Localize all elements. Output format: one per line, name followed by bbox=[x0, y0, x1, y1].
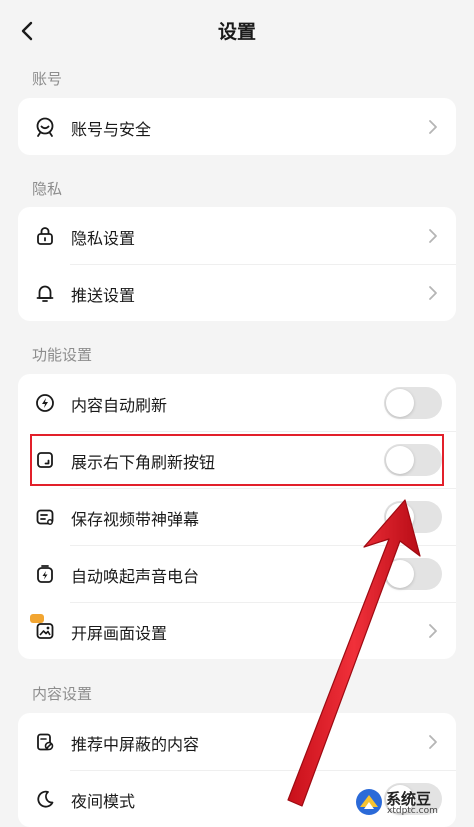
row-label: 推荐中屏蔽的内容 bbox=[71, 735, 200, 754]
settings-row-push[interactable]: 推送设置 bbox=[18, 264, 456, 321]
row-label: 保存视频带神弹幕 bbox=[71, 510, 200, 529]
chevron-right-icon bbox=[429, 120, 437, 134]
refresh-button-toggle[interactable] bbox=[384, 444, 442, 476]
toggle-knob bbox=[386, 446, 414, 474]
lock-icon bbox=[34, 225, 56, 247]
row-label: 推送设置 bbox=[71, 286, 136, 305]
corner-icon bbox=[34, 449, 56, 471]
chevron-right-icon bbox=[429, 624, 437, 638]
row-label: 自动唤起声音电台 bbox=[71, 567, 200, 586]
function-card: 内容自动刷新 展示右下角刷新按钮 保存视频带神弹幕 自动唤起声音电台 开屏画面设… bbox=[18, 374, 456, 659]
danmaku-icon bbox=[34, 506, 56, 528]
row-label: 隐私设置 bbox=[71, 229, 136, 248]
block-content-icon bbox=[34, 731, 56, 753]
settings-row-auto-refresh: 内容自动刷新 bbox=[18, 374, 456, 431]
chevron-right-icon bbox=[429, 286, 437, 300]
moon-icon bbox=[34, 788, 56, 810]
radio-icon bbox=[34, 563, 56, 585]
lightning-icon bbox=[34, 392, 56, 414]
chevron-right-icon bbox=[429, 735, 437, 749]
settings-row-radio: 自动唤起声音电台 bbox=[18, 545, 456, 602]
auto-refresh-toggle[interactable] bbox=[384, 387, 442, 419]
vip-badge-icon bbox=[30, 614, 44, 623]
privacy-card: 隐私设置 推送设置 bbox=[18, 207, 456, 321]
radio-toggle[interactable] bbox=[384, 558, 442, 590]
settings-row-blocked-content[interactable]: 推荐中屏蔽的内容 bbox=[18, 713, 456, 770]
watermark: 系统豆 xtdptc.com bbox=[356, 787, 466, 819]
row-label: 开屏画面设置 bbox=[71, 624, 168, 643]
toggle-knob bbox=[386, 503, 414, 531]
toggle-knob bbox=[386, 389, 414, 417]
toggle-knob bbox=[386, 560, 414, 588]
row-label: 展示右下角刷新按钮 bbox=[71, 453, 216, 472]
section-label-content: 内容设置 bbox=[32, 685, 93, 703]
settings-row-privacy[interactable]: 隐私设置 bbox=[18, 207, 456, 264]
section-label-account: 账号 bbox=[32, 70, 63, 88]
row-label: 账号与安全 bbox=[71, 120, 152, 139]
section-label-function: 功能设置 bbox=[32, 346, 93, 364]
section-label-privacy: 隐私 bbox=[32, 180, 63, 198]
settings-row-account-security[interactable]: 账号与安全 bbox=[18, 98, 456, 155]
header-bar: 设置 bbox=[0, 0, 474, 60]
settings-row-save-danmaku: 保存视频带神弹幕 bbox=[18, 488, 456, 545]
watermark-url: xtdptc.com bbox=[387, 806, 438, 816]
chevron-right-icon bbox=[429, 229, 437, 243]
save-danmaku-toggle[interactable] bbox=[384, 501, 442, 533]
row-label: 内容自动刷新 bbox=[71, 396, 168, 415]
account-card: 账号与安全 bbox=[18, 98, 456, 155]
bell-icon bbox=[34, 282, 56, 304]
watermark-logo-icon bbox=[356, 789, 382, 815]
splash-image-icon bbox=[30, 614, 56, 642]
settings-row-refresh-button: 展示右下角刷新按钮 bbox=[18, 431, 456, 488]
account-icon bbox=[34, 116, 56, 138]
settings-row-splash[interactable]: 开屏画面设置 bbox=[18, 602, 456, 659]
row-label: 夜间模式 bbox=[71, 792, 136, 811]
page-title: 设置 bbox=[217, 21, 256, 43]
